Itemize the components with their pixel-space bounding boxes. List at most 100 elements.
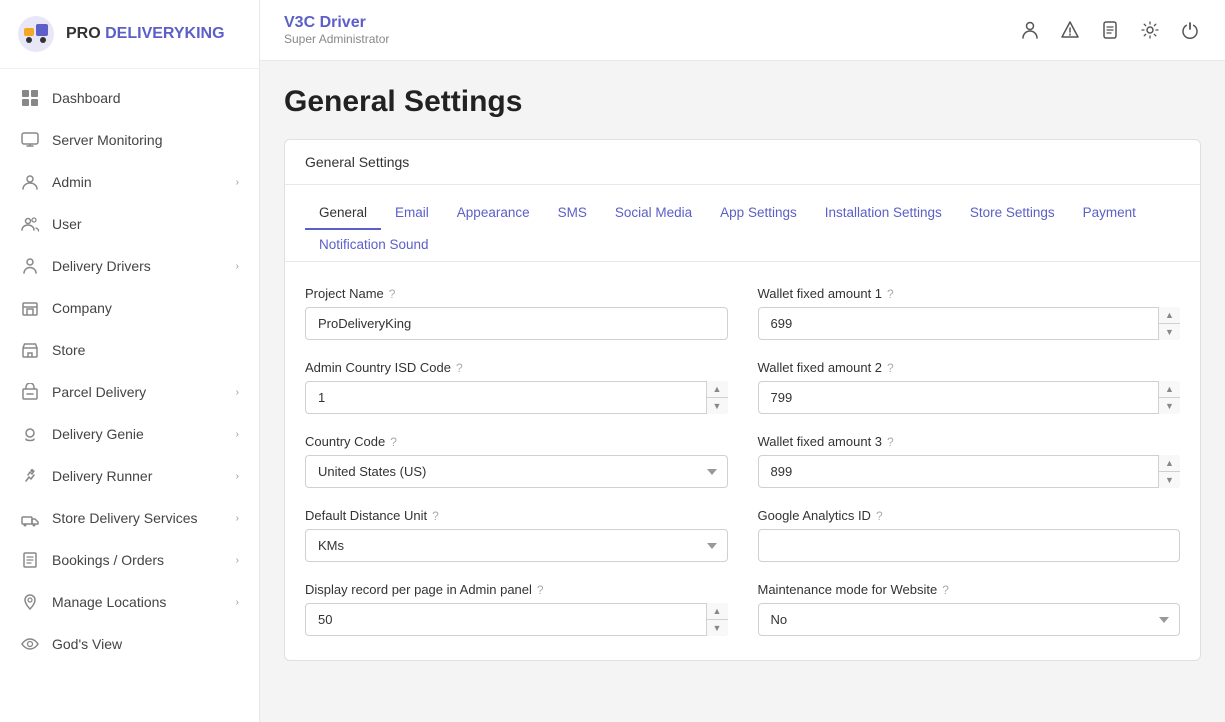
country-code-group: Country Code ? United States (US) United… xyxy=(305,434,728,488)
settings-card-header: General Settings xyxy=(285,140,1200,185)
users-icon xyxy=(20,214,40,234)
admin-isd-help-icon[interactable]: ? xyxy=(456,361,463,375)
tab-appearance[interactable]: Appearance xyxy=(443,197,544,230)
wallet-amount-2-increment[interactable]: ▲ xyxy=(1159,381,1180,398)
admin-isd-increment[interactable]: ▲ xyxy=(707,381,728,398)
form-grid: Project Name ? Wallet fixed amount 1 ? xyxy=(305,286,1180,636)
user-header-icon[interactable] xyxy=(1019,19,1041,41)
project-name-help-icon[interactable]: ? xyxy=(389,287,396,301)
building-icon xyxy=(20,298,40,318)
display-record-increment[interactable]: ▲ xyxy=(707,603,728,620)
admin-isd-input[interactable] xyxy=(305,381,728,414)
wallet-amount-3-input[interactable] xyxy=(758,455,1181,488)
sidebar-item-label: User xyxy=(52,216,239,232)
delivery-person-icon xyxy=(20,256,40,276)
wallet-amount-1-spinner: ▲ ▼ xyxy=(758,307,1181,340)
wallet-amount-3-label: Wallet fixed amount 3 ? xyxy=(758,434,1181,449)
google-analytics-help-icon[interactable]: ? xyxy=(876,509,883,523)
sidebar-item-label: Delivery Genie xyxy=(52,426,224,442)
sidebar-item-server-monitoring[interactable]: Server Monitoring xyxy=(0,119,259,161)
driver-name: V3C Driver xyxy=(284,14,389,32)
alert-header-icon[interactable] xyxy=(1059,19,1081,41)
settings-card: General Settings General Email Appearanc… xyxy=(284,139,1201,661)
wallet-amount-2-input[interactable] xyxy=(758,381,1181,414)
tab-sms[interactable]: SMS xyxy=(544,197,601,230)
chevron-right-icon: › xyxy=(236,387,239,398)
sidebar-item-delivery-drivers[interactable]: Delivery Drivers › xyxy=(0,245,259,287)
sidebar-item-parcel-delivery[interactable]: Parcel Delivery › xyxy=(0,371,259,413)
sidebar-item-store[interactable]: Store xyxy=(0,329,259,371)
sidebar-item-company[interactable]: Company xyxy=(0,287,259,329)
maintenance-mode-select[interactable]: No Yes xyxy=(758,603,1181,636)
chevron-right-icon: › xyxy=(236,513,239,524)
maintenance-mode-help-icon[interactable]: ? xyxy=(942,583,949,597)
distance-unit-help-icon[interactable]: ? xyxy=(432,509,439,523)
tab-payment[interactable]: Payment xyxy=(1069,197,1150,230)
wallet-amount-2-spinner: ▲ ▼ xyxy=(758,381,1181,414)
sidebar-item-store-delivery[interactable]: Store Delivery Services › xyxy=(0,497,259,539)
maintenance-mode-label: Maintenance mode for Website ? xyxy=(758,582,1181,597)
wallet-amount-1-decrement[interactable]: ▼ xyxy=(1159,324,1180,340)
monitor-icon xyxy=(20,130,40,150)
location-icon xyxy=(20,592,40,612)
sidebar-logo: PRO DELIVERYKING xyxy=(0,0,259,69)
wallet-amount-1-label: Wallet fixed amount 1 ? xyxy=(758,286,1181,301)
wallet-amount-3-group: Wallet fixed amount 3 ? ▲ ▼ xyxy=(758,434,1181,488)
wallet-amount-3-help-icon[interactable]: ? xyxy=(887,435,894,449)
chevron-right-icon: › xyxy=(236,177,239,188)
sidebar-item-dashboard[interactable]: Dashboard xyxy=(0,77,259,119)
tab-notification-sound[interactable]: Notification Sound xyxy=(305,229,443,262)
wallet-amount-2-decrement[interactable]: ▼ xyxy=(1159,398,1180,414)
wallet-amount-1-increment[interactable]: ▲ xyxy=(1159,307,1180,324)
country-code-select[interactable]: United States (US) United Kingdom (UK) C… xyxy=(305,455,728,488)
wallet-amount-3-increment[interactable]: ▲ xyxy=(1159,455,1180,472)
tab-installation-settings[interactable]: Installation Settings xyxy=(811,197,956,230)
distance-unit-group: Default Distance Unit ? KMs Miles xyxy=(305,508,728,562)
admin-isd-spinner: ▲ ▼ xyxy=(305,381,728,414)
sidebar-item-label: Bookings / Orders xyxy=(52,552,224,568)
sidebar-item-admin[interactable]: Admin › xyxy=(0,161,259,203)
project-name-label: Project Name ? xyxy=(305,286,728,301)
sidebar-item-delivery-genie[interactable]: Delivery Genie › xyxy=(0,413,259,455)
document-header-icon[interactable] xyxy=(1099,19,1121,41)
admin-isd-label: Admin Country ISD Code ? xyxy=(305,360,728,375)
project-name-input[interactable] xyxy=(305,307,728,340)
wallet-amount-2-help-icon[interactable]: ? xyxy=(887,361,894,375)
chevron-right-icon: › xyxy=(236,597,239,608)
display-record-help-icon[interactable]: ? xyxy=(537,583,544,597)
wallet-amount-3-decrement[interactable]: ▼ xyxy=(1159,472,1180,488)
tab-store-settings[interactable]: Store Settings xyxy=(956,197,1069,230)
tab-social-media[interactable]: Social Media xyxy=(601,197,706,230)
sidebar-item-manage-locations[interactable]: Manage Locations › xyxy=(0,581,259,623)
google-analytics-input[interactable] xyxy=(758,529,1181,562)
main-content: V3C Driver Super Administrator General S… xyxy=(260,0,1225,722)
distance-unit-select[interactable]: KMs Miles xyxy=(305,529,728,562)
tab-email[interactable]: Email xyxy=(381,197,443,230)
admin-isd-decrement[interactable]: ▼ xyxy=(707,398,728,414)
display-record-spinner: ▲ ▼ xyxy=(305,603,728,636)
display-record-spinner-btns: ▲ ▼ xyxy=(706,603,728,636)
tab-app-settings[interactable]: App Settings xyxy=(706,197,811,230)
tab-general[interactable]: General xyxy=(305,197,381,230)
sidebar-item-user[interactable]: User xyxy=(0,203,259,245)
display-record-decrement[interactable]: ▼ xyxy=(707,620,728,636)
country-code-help-icon[interactable]: ? xyxy=(390,435,397,449)
chevron-right-icon: › xyxy=(236,555,239,566)
power-header-icon[interactable] xyxy=(1179,19,1201,41)
display-record-input[interactable] xyxy=(305,603,728,636)
header-icons xyxy=(1019,19,1201,41)
wallet-amount-3-spinner-btns: ▲ ▼ xyxy=(1158,455,1180,488)
form-area: Project Name ? Wallet fixed amount 1 ? xyxy=(285,262,1200,660)
sidebar-item-delivery-runner[interactable]: Delivery Runner › xyxy=(0,455,259,497)
sidebar-item-bookings-orders[interactable]: Bookings / Orders › xyxy=(0,539,259,581)
sidebar-item-gods-view[interactable]: God's View xyxy=(0,623,259,665)
gear-header-icon[interactable] xyxy=(1139,19,1161,41)
wallet-amount-1-help-icon[interactable]: ? xyxy=(887,287,894,301)
wallet-amount-2-label: Wallet fixed amount 2 ? xyxy=(758,360,1181,375)
maintenance-mode-group: Maintenance mode for Website ? No Yes xyxy=(758,582,1181,636)
wallet-amount-1-input[interactable] xyxy=(758,307,1181,340)
sidebar-item-label: Parcel Delivery xyxy=(52,384,224,400)
store-icon xyxy=(20,340,40,360)
logo-text: PRO DELIVERYKING xyxy=(66,25,225,43)
sidebar-item-label: Store xyxy=(52,342,239,358)
